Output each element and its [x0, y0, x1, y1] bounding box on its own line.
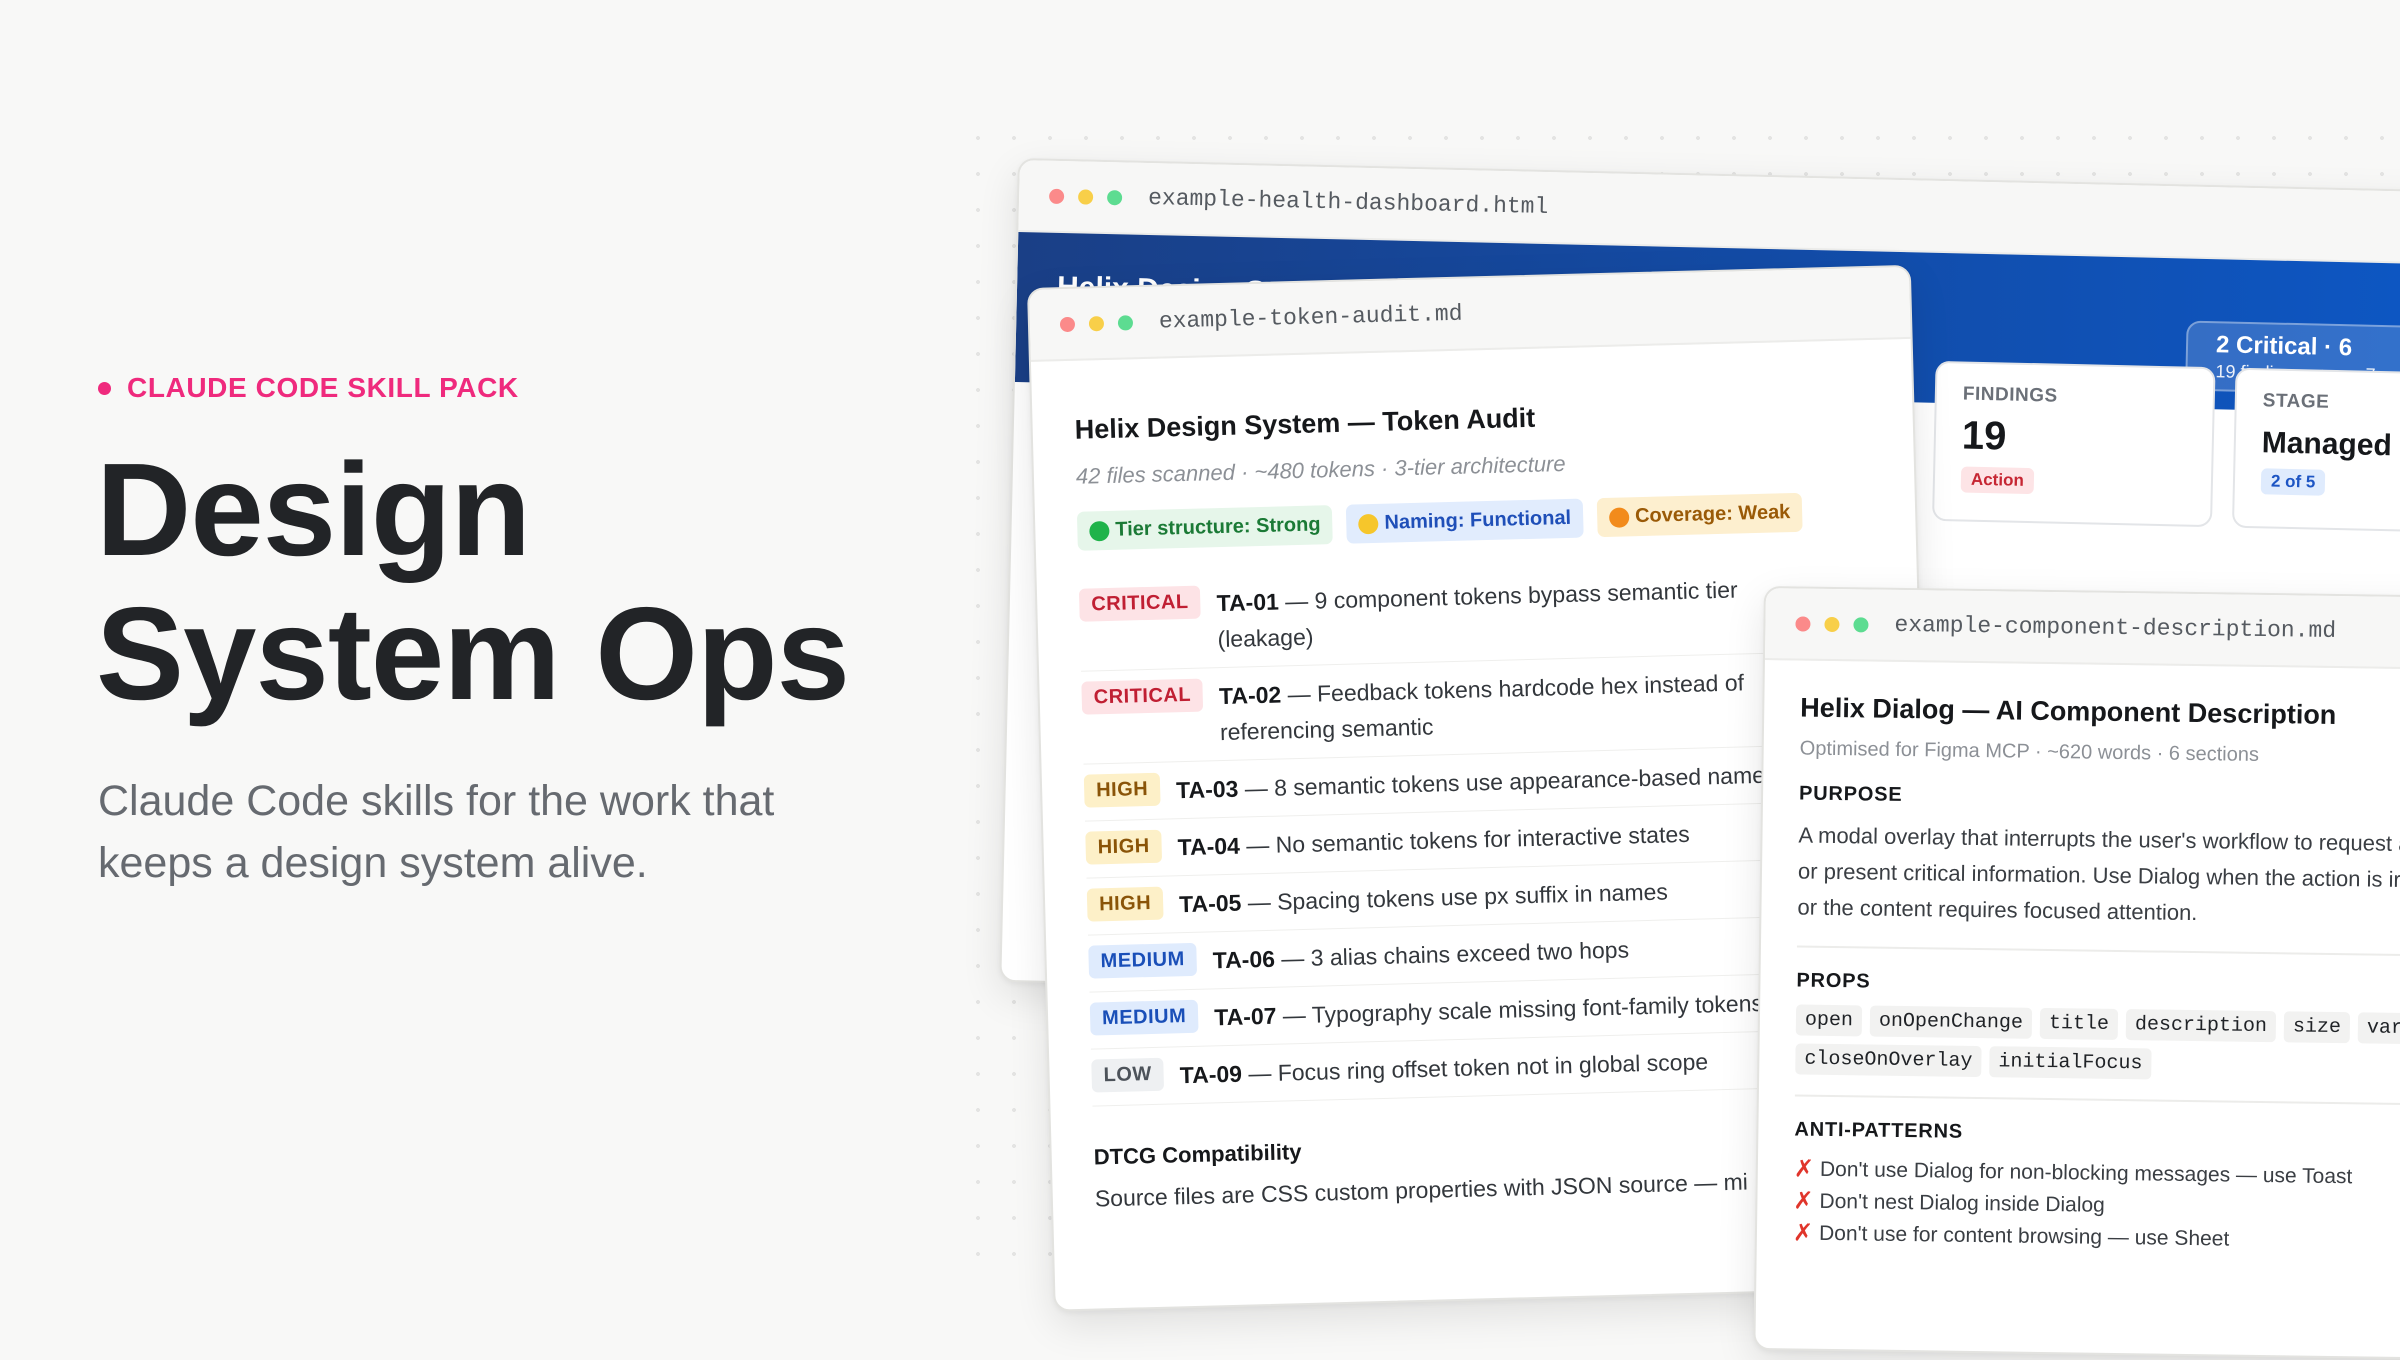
chip-label: Naming: Functional [1384, 506, 1572, 534]
document-meta: Optimised for Figma MCP · ~620 words · 6… [1799, 737, 2260, 766]
severity-badge: HIGH [1085, 829, 1163, 865]
maximize-dot-icon[interactable] [1106, 189, 1123, 205]
findings-card: FINDINGS 19 Action [1932, 360, 2216, 528]
window-filename: example-health-dashboard.html [1147, 184, 1549, 221]
chip-label: Coverage: Weak [1634, 501, 1791, 528]
finding-id: TA-01 [1216, 588, 1280, 617]
divider [1794, 1094, 2400, 1106]
severity-badge: CRITICAL [1078, 585, 1202, 622]
finding-id: TA-07 [1213, 1002, 1277, 1031]
props-list: open onOpenChange title description size… [1795, 1004, 2400, 1084]
component-document: Helix Dialog — AI Component Description … [1756, 660, 2400, 1281]
document-title: Helix Design System — Token Audit [1074, 402, 1536, 445]
severity-badge: MEDIUM [1088, 942, 1198, 979]
finding-id: TA-05 [1178, 889, 1242, 918]
purpose-text: A modal overlay that interrupts the user… [1797, 822, 2400, 926]
score-chip: Naming: Functional [1346, 498, 1584, 544]
finding-text: TA-05 — Spacing tokens use px suffix in … [1179, 873, 1669, 922]
severity-badge: HIGH [1086, 886, 1164, 922]
finding-text: TA-02 — Feedback tokens hardcode hex ins… [1219, 663, 1781, 750]
cross-mark-icon: ✗ [1793, 1155, 1815, 1183]
card-value: Managed [2261, 426, 2393, 463]
score-chip: Coverage: Weak [1596, 492, 1803, 538]
window-filename: example-token-audit.md [1158, 300, 1463, 335]
close-dot-icon[interactable] [1059, 316, 1076, 332]
prop-tag: description [2125, 1009, 2277, 1043]
anti-patterns-heading: ANTI-PATTERNS [1794, 1118, 1964, 1143]
finding-text: TA-01 — 9 component tokens bypass semant… [1216, 570, 1778, 657]
card-value: 19 [1961, 413, 2007, 459]
summary-title: 2 Critical · 6 [2215, 331, 2353, 362]
minimize-dot-icon[interactable] [1824, 616, 1840, 632]
prop-tag: title [2039, 1007, 2119, 1040]
status-badge: Action [1960, 466, 2035, 495]
green-circle-icon [1089, 520, 1110, 541]
cross-mark-icon: ✗ [1792, 1219, 1814, 1247]
finding-description: — No semantic tokens for interactive sta… [1245, 820, 1691, 859]
severity-badge: MEDIUM [1089, 999, 1199, 1036]
yellow-circle-icon [1358, 513, 1379, 534]
hero-title-line-2: System Ops [96, 580, 850, 727]
card-label: FINDINGS [1962, 383, 2058, 407]
finding-description: — Focus ring offset token not in global … [1248, 1048, 1709, 1087]
finding-description: — 3 alias chains exceed two hops [1281, 936, 1630, 972]
divider [1796, 945, 2400, 957]
hero-title-line-1: Design [96, 436, 531, 583]
status-badge: 2 of 5 [2260, 468, 2326, 496]
severity-badge: CRITICAL [1081, 678, 1204, 715]
hero-title: Design System Ops [96, 436, 850, 727]
prop-tag: closeOnOverlay [1795, 1043, 1982, 1078]
close-dot-icon[interactable] [1048, 188, 1065, 204]
finding-id: TA-04 [1177, 832, 1241, 861]
chip-label: Tier structure: Strong [1115, 513, 1321, 541]
purpose-heading: PURPOSE [1798, 782, 1903, 806]
window-titlebar: example-component-description.md [1764, 588, 2400, 670]
finding-text: TA-04 — No semantic tokens for interacti… [1177, 816, 1690, 865]
card-label: STAGE [2262, 390, 2330, 413]
prop-tag: size [2283, 1011, 2351, 1044]
prop-tag: initialFocus [1989, 1046, 2152, 1080]
props-heading: PROPS [1796, 969, 1871, 993]
prop-tag: onOpenChange [1869, 1005, 2033, 1039]
severity-badge: HIGH [1083, 772, 1161, 808]
minimize-dot-icon[interactable] [1088, 315, 1105, 331]
finding-id: TA-02 [1218, 681, 1282, 710]
eyebrow-label: CLAUDE CODE SKILL PACK [127, 372, 519, 403]
finding-id: TA-06 [1212, 945, 1276, 974]
minimize-dot-icon[interactable] [1077, 188, 1094, 205]
window-filename: example-component-description.md [1894, 611, 2337, 644]
anti-pattern-text: Don't use for content browsing — use She… [1818, 1221, 2230, 1251]
cross-mark-icon: ✗ [1793, 1187, 1814, 1215]
score-chips: Tier structure: Strong Naming: Functiona… [1076, 491, 1874, 551]
finding-description: — 9 component tokens bypass semantic tie… [1217, 576, 1738, 653]
orange-circle-icon [1608, 506, 1630, 528]
finding-id: TA-09 [1179, 1060, 1243, 1089]
bullet-dot-icon [98, 381, 111, 395]
finding-text: TA-03 — 8 semantic tokens use appearance… [1176, 757, 1777, 809]
eyebrow: CLAUDE CODE SKILL PACK [98, 372, 519, 404]
document-title: Helix Dialog — AI Component Description [1800, 692, 2337, 731]
score-chip: Tier structure: Strong [1076, 505, 1334, 551]
prop-tag: open [1795, 1004, 1863, 1037]
close-dot-icon[interactable] [1795, 615, 1811, 632]
component-description-window: example-component-description.md Helix D… [1753, 586, 2400, 1360]
finding-description: — 8 semantic tokens use appearance-based… [1244, 761, 1777, 802]
finding-text: TA-09 — Focus ring offset token not in g… [1179, 1043, 1708, 1093]
anti-pattern-text: Don't nest Dialog inside Dialog [1819, 1189, 2105, 1217]
finding-description: — Spacing tokens use px suffix in names [1247, 878, 1669, 916]
finding-text: TA-07 — Typography scale missing font-fa… [1214, 985, 1764, 1035]
finding-id: TA-03 [1175, 775, 1239, 804]
maximize-dot-icon[interactable] [1853, 616, 1869, 632]
maximize-dot-icon[interactable] [1117, 314, 1134, 331]
finding-description: — Typography scale missing font-family t… [1282, 989, 1764, 1029]
stage-card: STAGE Managed 2 of 5 [2231, 367, 2400, 534]
finding-description: — Feedback tokens hardcode hex instead o… [1219, 669, 1745, 746]
severity-badge: LOW [1091, 1057, 1165, 1093]
finding-text: TA-06 — 3 alias chains exceed two hops [1212, 931, 1629, 978]
document-meta: 42 files scanned · ~480 tokens · 3-tier … [1075, 450, 1566, 489]
prop-tag: variant [2357, 1012, 2400, 1045]
hero-subtitle: Claude Code skills for the work that kee… [98, 777, 775, 887]
